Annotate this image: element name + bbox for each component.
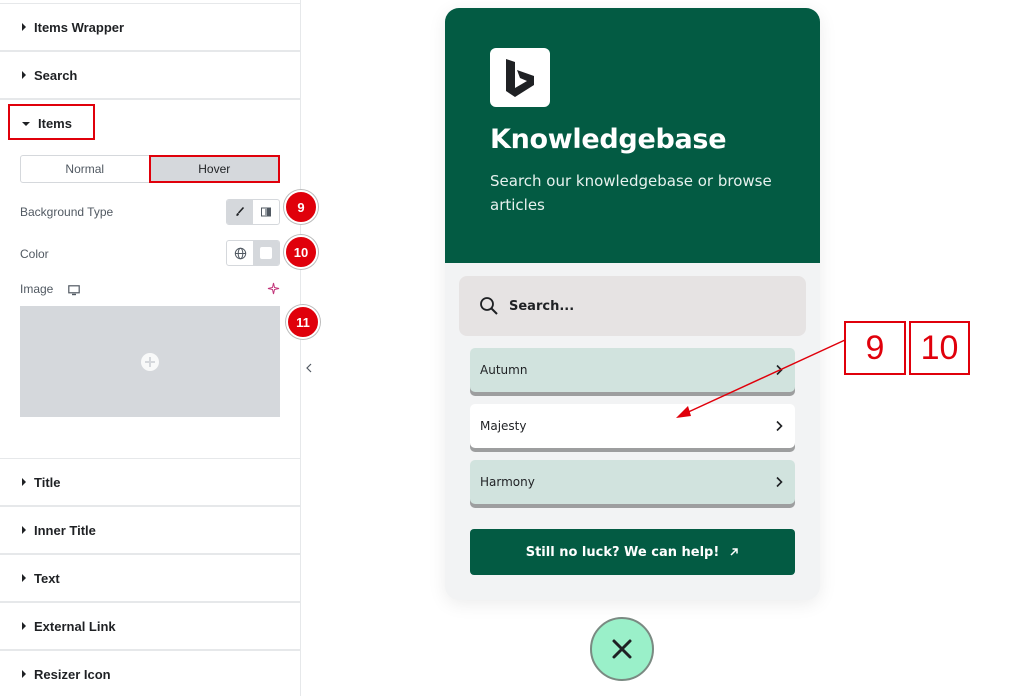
widget-header: Knowledgebase Search our knowledgebase o… [445, 8, 820, 263]
image-label: Image [20, 282, 54, 296]
color-control [226, 240, 280, 266]
caret-right-icon [22, 670, 26, 678]
add-image-icon [141, 352, 159, 371]
list-item-majesty[interactable]: Majesty [470, 404, 795, 448]
close-widget-button[interactable] [590, 617, 654, 681]
item-label: Majesty [480, 419, 527, 433]
caret-right-icon [22, 23, 26, 31]
gradient-icon [261, 207, 271, 217]
chevron-right-icon [776, 364, 783, 376]
tab-normal[interactable]: Normal [21, 156, 149, 182]
section-label: External Link [34, 618, 116, 634]
brush-icon [236, 206, 245, 216]
chevron-right-icon [776, 420, 783, 432]
chevron-right-icon [776, 476, 783, 488]
close-icon [612, 639, 632, 659]
widget-title: Knowledgebase [490, 124, 727, 155]
section-label: Resizer Icon [34, 666, 111, 682]
chevron-left-icon [306, 363, 312, 373]
section-label: Text [34, 570, 60, 586]
bing-logo-icon [490, 48, 550, 107]
items-highlight-box [8, 104, 95, 140]
annotation-box-9: 9 [844, 321, 906, 375]
item-label: Harmony [480, 475, 535, 489]
section-search[interactable]: Search [0, 51, 300, 99]
item-label: Autumn [480, 363, 528, 377]
collapse-panel-button[interactable] [301, 343, 317, 393]
classic-brush-option[interactable] [227, 200, 253, 224]
list-item-harmony[interactable]: Harmony [470, 460, 795, 504]
caret-right-icon [22, 574, 26, 582]
section-label: Title [34, 474, 61, 490]
background-type-label: Background Type [20, 205, 114, 219]
desktop-icon[interactable] [68, 283, 80, 301]
knowledgebase-widget: Knowledgebase Search our knowledgebase o… [445, 8, 820, 600]
caret-right-icon [22, 526, 26, 534]
app-root: Items Wrapper Search Items Normal Hover … [0, 0, 1012, 696]
section-label: Search [34, 67, 78, 83]
state-tabs: Normal Hover [20, 155, 280, 183]
ai-sparkle-icon[interactable] [267, 282, 280, 300]
section-label: Items Wrapper [34, 19, 125, 35]
help-button[interactable]: Still no luck? We can help! [470, 529, 795, 575]
caret-right-icon [22, 71, 26, 79]
search-icon [480, 297, 498, 315]
help-button-label: Still no luck? We can help! [525, 544, 720, 560]
global-colors-option[interactable] [227, 241, 253, 265]
section-inner-title[interactable]: Inner Title [0, 506, 300, 554]
widget-subtitle: Search our knowledgebase or browse artic… [490, 172, 772, 214]
caret-right-icon [22, 478, 26, 486]
gradient-option[interactable] [253, 200, 279, 224]
list-item-autumn[interactable]: Autumn [470, 348, 795, 392]
annotation-box-10: 10 [909, 321, 970, 375]
color-swatch [260, 247, 272, 259]
tab-hover[interactable]: Hover [148, 155, 280, 183]
section-text[interactable]: Text [0, 554, 300, 602]
search-bar[interactable]: Search... [459, 276, 806, 336]
annotation-badge-11: 11 [286, 305, 320, 339]
caret-right-icon [22, 622, 26, 630]
section-resizer-icon[interactable]: Resizer Icon [0, 650, 300, 696]
style-panel: Items Wrapper Search Items Normal Hover … [0, 0, 320, 696]
color-swatch-option[interactable] [253, 241, 279, 265]
section-title[interactable]: Title [0, 458, 300, 506]
background-type-switch [226, 199, 280, 225]
section-label: Inner Title [34, 522, 96, 538]
annotation-badge-10: 10 [284, 235, 318, 269]
color-label: Color [20, 247, 49, 261]
section-external-link[interactable]: External Link [0, 602, 300, 650]
image-picker[interactable] [20, 306, 280, 417]
annotation-badge-9: 9 [284, 190, 318, 224]
search-placeholder: Search... [509, 298, 575, 314]
globe-icon [234, 247, 246, 259]
section-items-wrapper[interactable]: Items Wrapper [0, 3, 300, 51]
arrow-up-right-icon [730, 548, 739, 556]
